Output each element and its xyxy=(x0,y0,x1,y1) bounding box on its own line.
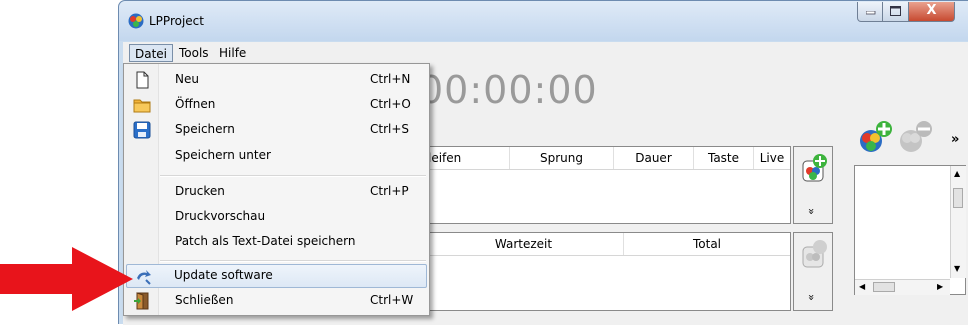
menu-hilfe[interactable]: Hilfe xyxy=(215,44,250,62)
scroll-right-icon[interactable]: ▶ xyxy=(937,282,943,291)
add-timing-disabled-icon[interactable] xyxy=(800,239,828,269)
players-list[interactable]: ▲ ▼ ◀ ▶ xyxy=(854,165,966,295)
close-button[interactable]: X xyxy=(909,2,955,22)
menu-tools[interactable]: Tools xyxy=(175,44,213,62)
timer-display: 00:00:00 xyxy=(419,68,598,112)
menu-item-label: Neu xyxy=(175,72,199,86)
menu-item-schliessen[interactable]: Schließen Ctrl+W xyxy=(126,289,427,313)
menu-item-label: Update software xyxy=(174,268,273,282)
menu-item-shortcut: Ctrl+W xyxy=(370,293,414,307)
menu-item-label: Drucken xyxy=(175,184,225,198)
menu-datei[interactable]: Datei xyxy=(129,44,174,62)
new-file-icon xyxy=(136,71,149,89)
toolbar-overflow-icon[interactable]: » xyxy=(951,132,959,147)
menu-item-update-software[interactable]: Update software xyxy=(126,264,427,288)
scroll-down-icon[interactable]: ▼ xyxy=(954,264,960,273)
title-bar[interactable]: LPProject X xyxy=(119,1,968,41)
folder-icon xyxy=(133,99,151,113)
horizontal-scrollbar[interactable]: ◀ ▶ xyxy=(855,279,950,295)
steps-table[interactable]: leifen Sprung Dauer Taste Live xyxy=(423,146,791,224)
menu-item-label: Öffnen xyxy=(175,97,216,111)
scrollbar-thumb[interactable] xyxy=(953,188,963,208)
menu-item-shortcut: Ctrl+N xyxy=(370,72,411,86)
menu-item-speichern-unter[interactable]: Speichern unter xyxy=(126,144,427,168)
menu-item-speichern[interactable]: Speichern Ctrl+S xyxy=(126,118,427,142)
menu-item-neu[interactable]: Neu Ctrl+N xyxy=(126,68,427,92)
column-header[interactable]: Live xyxy=(754,147,790,169)
add-player-icon[interactable] xyxy=(858,119,894,155)
menu-item-label: Speichern unter xyxy=(175,148,271,162)
column-header[interactable]: Total xyxy=(624,233,790,255)
datei-dropdown-menu: Neu Ctrl+N Öffnen Ctrl+O Speichern Ctrl+… xyxy=(123,63,430,316)
exit-door-icon xyxy=(134,292,149,310)
minimize-button[interactable] xyxy=(857,2,883,22)
menu-item-druckvorschau[interactable]: Druckvorschau xyxy=(126,205,427,229)
steps-table-header: leifen Sprung Dauer Taste Live xyxy=(424,147,790,170)
timing-table[interactable]: Wartezeit Total xyxy=(423,232,791,311)
close-icon: X xyxy=(926,3,937,18)
menu-item-oeffnen[interactable]: Öffnen Ctrl+O xyxy=(126,93,427,117)
timing-side-toolbar: » xyxy=(793,232,833,311)
app-logo-icon xyxy=(128,13,144,29)
scroll-left-icon[interactable]: ◀ xyxy=(859,282,865,291)
column-header[interactable]: leifen xyxy=(424,147,510,169)
menu-item-drucken[interactable]: Drucken Ctrl+P xyxy=(126,180,427,204)
scroll-up-icon[interactable]: ▲ xyxy=(954,169,960,178)
menu-item-label: Schließen xyxy=(175,293,234,307)
update-arrow-icon xyxy=(137,270,151,285)
steps-side-toolbar: » xyxy=(793,146,833,224)
scrollbar-thumb[interactable] xyxy=(873,282,895,292)
remove-player-disabled-icon[interactable] xyxy=(898,119,934,155)
column-header[interactable]: Sprung xyxy=(510,147,614,169)
menu-item-label: Speichern xyxy=(175,122,235,136)
expand-chevron-icon[interactable]: » xyxy=(805,208,818,215)
menu-item-patch-text[interactable]: Patch als Text-Datei speichern xyxy=(126,230,427,254)
maximize-icon xyxy=(890,6,901,16)
red-pointer-arrow-icon xyxy=(0,247,133,311)
vertical-scrollbar[interactable]: ▲ ▼ xyxy=(950,166,966,278)
menu-bar: Datei Tools Hilfe xyxy=(123,42,968,65)
menu-separator xyxy=(160,175,426,177)
column-header[interactable]: Wartezeit xyxy=(424,233,624,255)
minimize-icon xyxy=(866,11,876,15)
menu-item-shortcut: Ctrl+O xyxy=(370,97,411,111)
window-title: LPProject xyxy=(149,14,204,28)
menu-separator xyxy=(160,260,426,262)
expand-chevron-icon[interactable]: » xyxy=(805,294,818,301)
timing-table-header: Wartezeit Total xyxy=(424,233,790,256)
menu-item-shortcut: Ctrl+S xyxy=(370,122,410,136)
menu-item-shortcut: Ctrl+P xyxy=(370,184,409,198)
floppy-disk-icon xyxy=(133,121,151,139)
maximize-button[interactable] xyxy=(883,2,909,22)
column-header[interactable]: Dauer xyxy=(614,147,694,169)
menu-item-label: Druckvorschau xyxy=(175,209,266,223)
column-header[interactable]: Taste xyxy=(694,147,754,169)
menu-item-label: Patch als Text-Datei speichern xyxy=(175,234,356,248)
add-step-icon[interactable] xyxy=(800,153,828,183)
